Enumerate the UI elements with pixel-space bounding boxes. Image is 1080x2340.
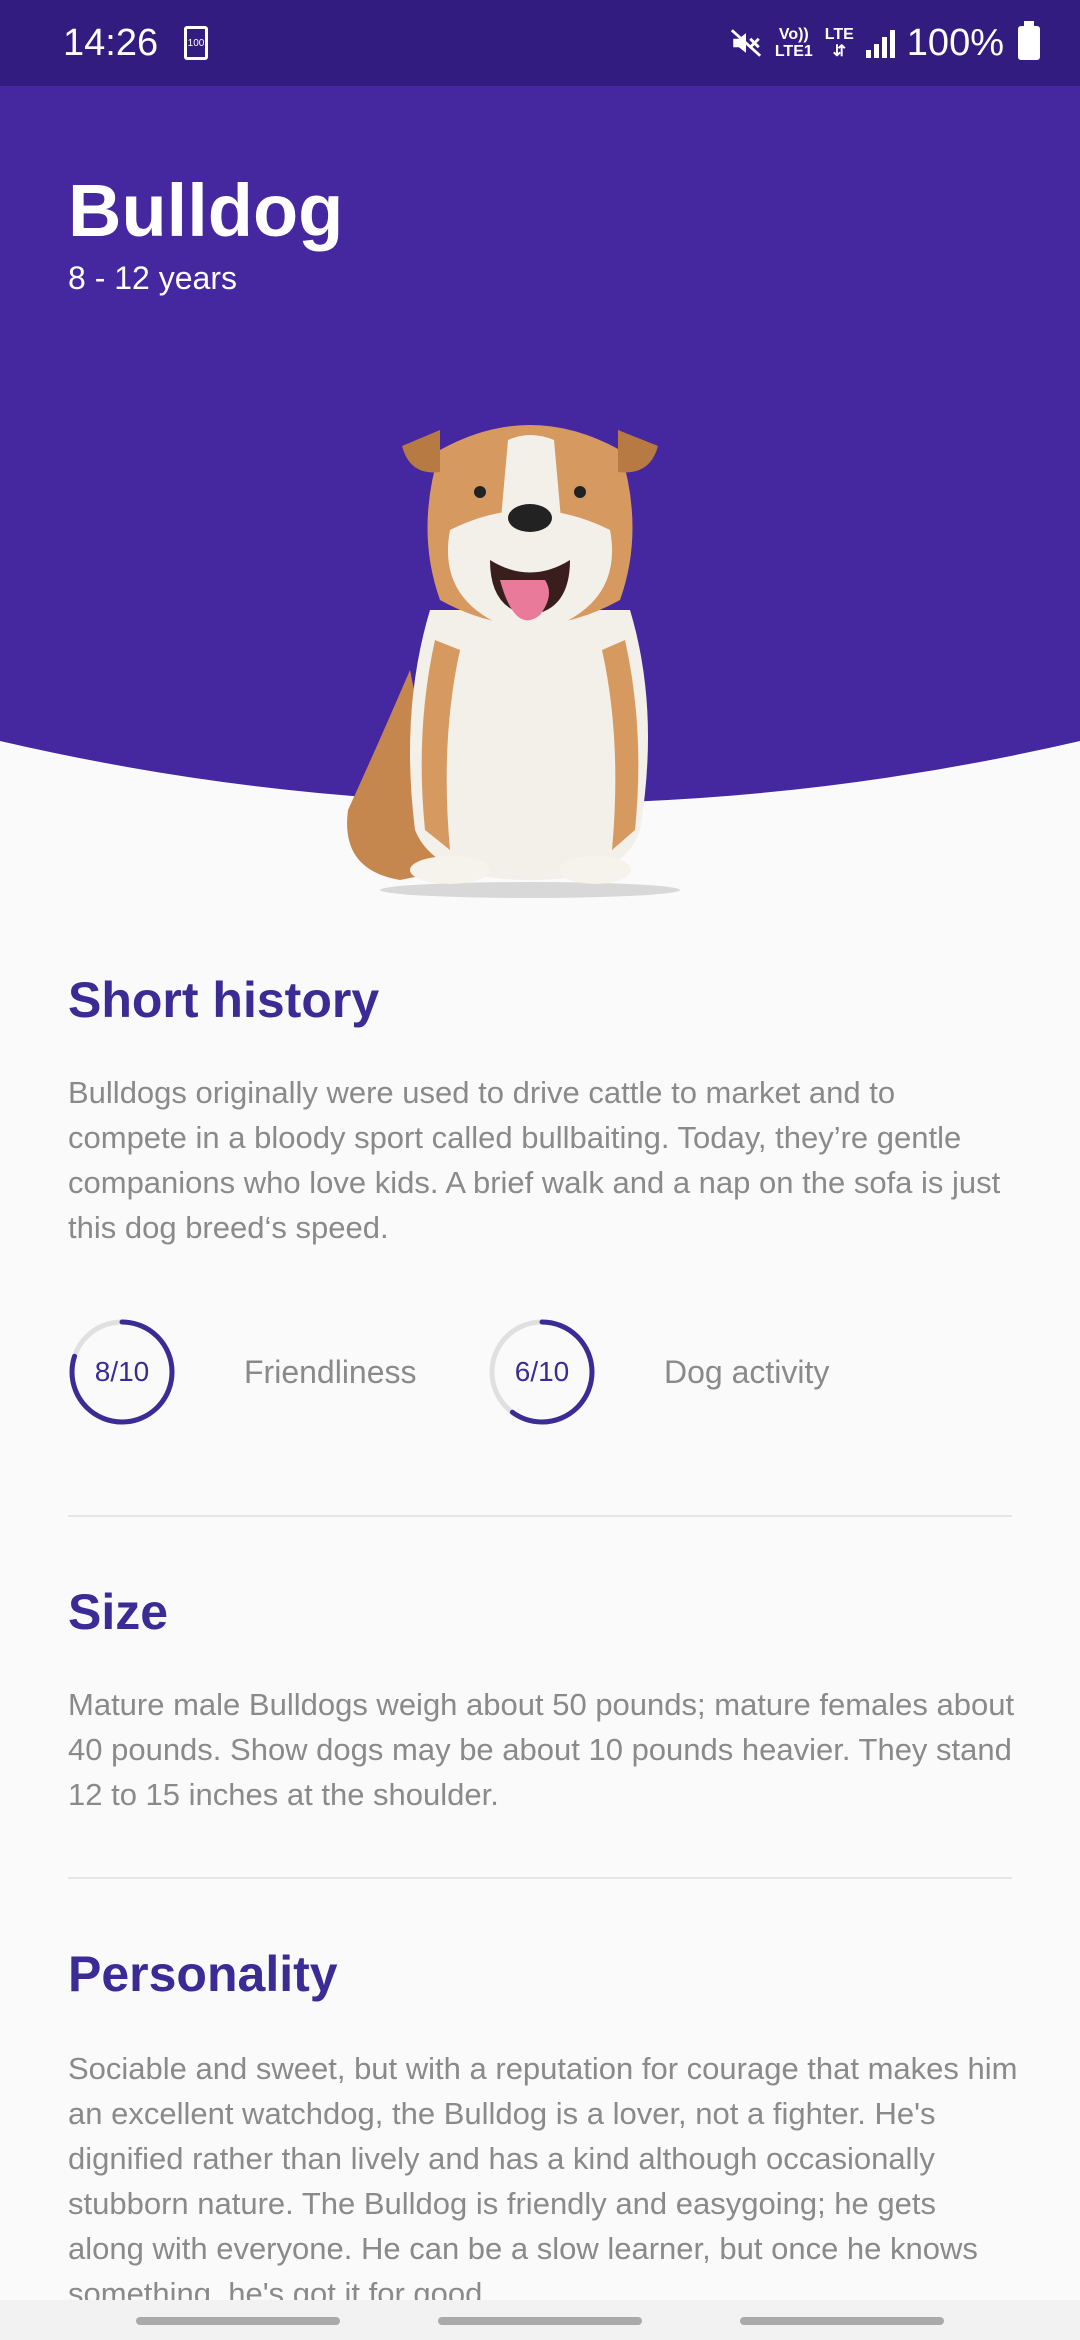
recents-button[interactable] [136,2317,340,2325]
friendliness-ring: 8/10 [68,1318,176,1426]
signal-icon [865,28,895,58]
data-arrows-icon: ⇵ [832,43,846,60]
navigation-bar [0,2300,1080,2340]
mute-icon [730,29,761,57]
activity-ring: 6/10 [488,1318,596,1426]
friendliness-label: Friendliness [244,1353,417,1390]
battery-icon [1018,21,1040,60]
volte-label: Vo)) [778,26,809,43]
personality-title: Personality [68,1946,338,2002]
status-bar: 14:26 100 Vo)) LTE1 LTE ⇵ 100% [0,0,1080,86]
home-button[interactable] [438,2317,642,2325]
status-icons: Vo)) LTE1 LTE ⇵ 100% [729,16,1040,70]
lte1-label: LTE1 [774,43,813,60]
lte-label: LTE [824,26,854,43]
history-text: Bulldogs originally were used to drive c… [68,1075,1001,1245]
bulldog-image [347,425,680,898]
volte-icon: Vo)) LTE1 [775,26,813,60]
divider [68,1515,1012,1517]
size-text: Mature male Bulldogs weigh about 50 poun… [68,1687,1015,1812]
breed-lifespan: 8 - 12 years [68,260,237,296]
friendliness-rating: 8/10 Friendliness [68,1318,417,1426]
status-time: 14:26 [63,22,159,64]
divider [68,1877,1012,1879]
activity-rating: 6/10 Dog activity [488,1318,829,1426]
battery-saver-icon: 100 [184,26,208,60]
history-title: Short history [68,972,380,1028]
lte-icon: LTE ⇵ [825,26,854,60]
personality-text: Sociable and sweet, but with a reputatio… [68,2051,1018,2311]
size-title: Size [68,1584,169,1640]
battery-percent: 100% [906,21,1004,64]
activity-label: Dog activity [664,1353,830,1390]
activity-value: 6/10 [514,1356,570,1387]
back-button[interactable] [740,2317,944,2325]
breed-title: Bulldog [68,169,344,252]
battery-saver-text: 100 [187,38,205,49]
friendliness-value: 8/10 [94,1356,150,1387]
